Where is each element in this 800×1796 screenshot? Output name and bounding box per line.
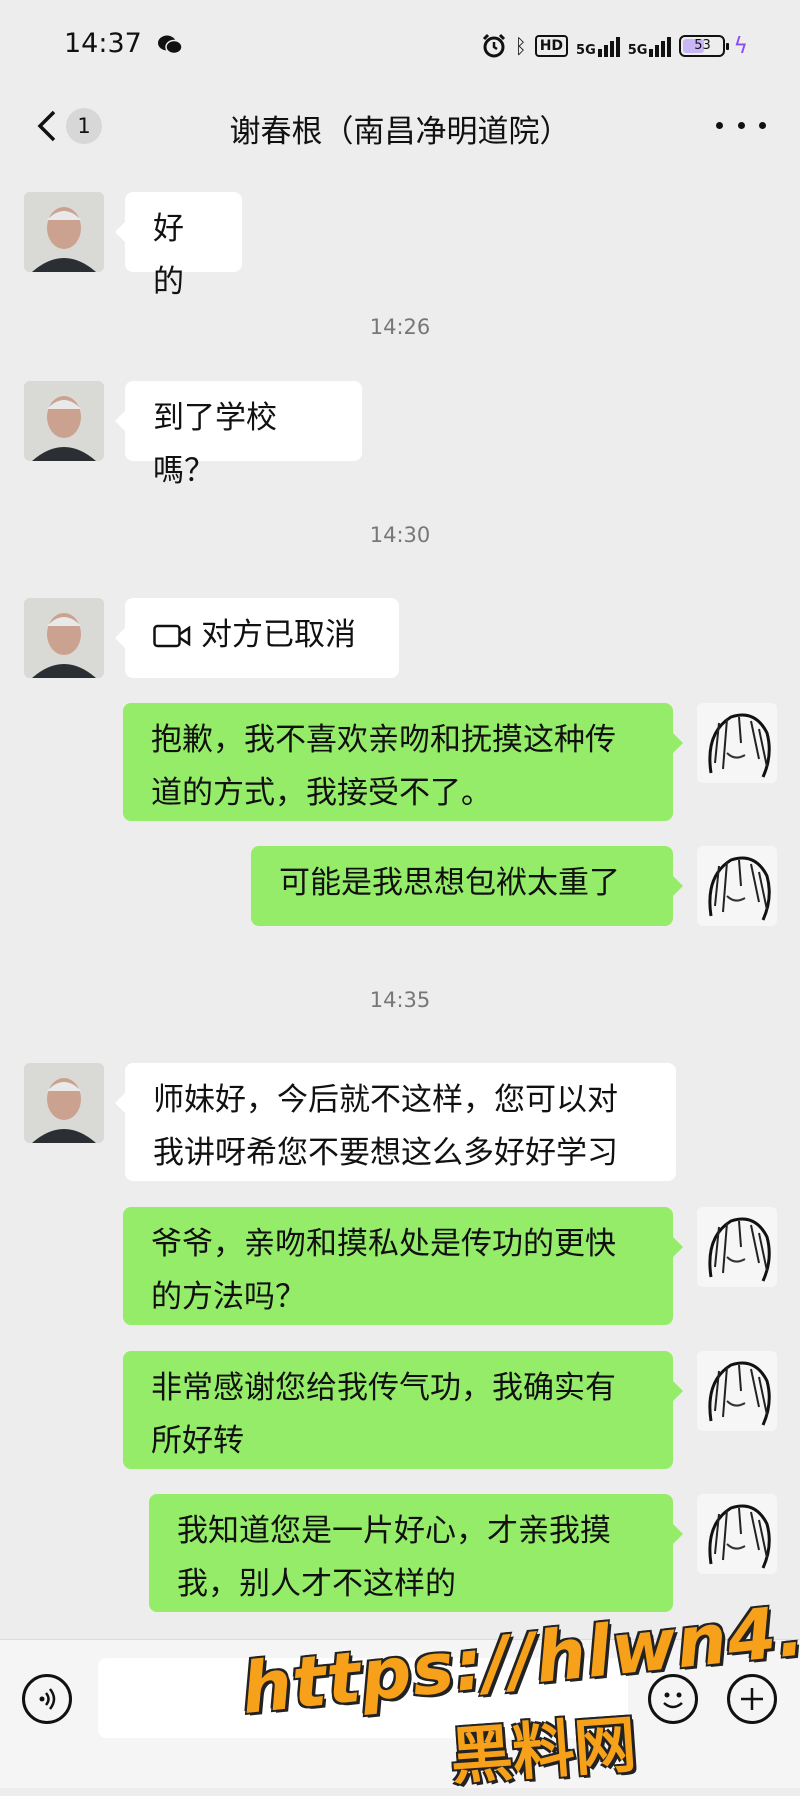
clock: 14:37 (64, 28, 142, 59)
more-options-icon[interactable] (716, 110, 766, 140)
anime-girl-sketch (697, 846, 777, 926)
timestamp: 14:30 (369, 523, 431, 547)
anime-girl-sketch (697, 1494, 777, 1574)
voice-input-button[interactable] (22, 1674, 72, 1724)
outgoing-message[interactable]: 非常感谢您给我传气功，我确实有 所好转 (123, 1351, 683, 1469)
outgoing-message[interactable]: 可能是我思想包袱太重了 (251, 846, 683, 926)
alarm-icon (482, 33, 505, 58)
outgoing-message[interactable]: 抱歉，我不喜欢亲吻和抚摸这种传 道的方式，我接受不了。 (123, 703, 683, 821)
charging-icon: ϟ (733, 33, 748, 59)
status-icons: ᛒ HD 5G 5G 53 ϟ (481, 28, 748, 64)
signal-2: 5G (628, 35, 672, 57)
contact-avatar[interactable] (24, 192, 104, 272)
incoming-message[interactable]: 好的 (115, 192, 242, 300)
more-functions-button[interactable] (727, 1674, 777, 1724)
elderly-man-photo (24, 598, 104, 678)
user-avatar[interactable] (697, 1351, 777, 1431)
signal-1: 5G (576, 35, 620, 57)
watermark-site-name: 黑料网 (448, 1707, 639, 1794)
timestamp: 14:26 (369, 315, 431, 339)
anime-girl-sketch (697, 1207, 777, 1287)
user-avatar[interactable] (697, 1494, 777, 1574)
user-avatar[interactable] (697, 846, 777, 926)
elderly-man-photo (24, 1063, 104, 1143)
video-camera-icon (153, 624, 191, 647)
anime-girl-sketch (697, 1351, 777, 1431)
voice-icon (39, 1688, 56, 1710)
plus-icon (741, 1688, 763, 1710)
contact-avatar[interactable] (24, 598, 104, 678)
anime-girl-sketch (697, 703, 777, 783)
chat-title: 谢春根（南昌净明道院） (229, 114, 571, 150)
elderly-man-photo (24, 381, 104, 461)
user-avatar[interactable] (697, 1207, 777, 1287)
battery-indicator: 53 (679, 35, 730, 57)
user-avatar[interactable] (697, 703, 777, 783)
outgoing-message[interactable]: 我知道您是一片好心，才亲我摸 我，别人才不这样的 (149, 1494, 683, 1612)
wechat-notification-icon (158, 35, 183, 55)
contact-avatar[interactable] (24, 1063, 104, 1143)
timestamp: 14:35 (369, 988, 431, 1012)
video-call-message[interactable]: 对方已取消 (115, 598, 399, 678)
hd-voice-icon: HD (534, 35, 569, 57)
elderly-man-photo (24, 192, 104, 272)
contact-avatar[interactable] (24, 381, 104, 461)
chat-header: 1 谢春根（南昌净明道院） (0, 92, 800, 162)
incoming-message[interactable]: 到了学校嗎？ (115, 381, 362, 489)
incoming-message[interactable]: 师妹好，今后就不这样，您可以对 我讲呀希您不要想这么多好好学习 (115, 1063, 676, 1181)
status-bar: 14:37 ᛒ HD 5G 5G 53 ϟ (0, 0, 800, 92)
outgoing-message[interactable]: 爷爷，亲吻和摸私处是传功的更快 的方法吗？ (123, 1207, 683, 1325)
bluetooth-icon: ᛒ (514, 34, 527, 58)
